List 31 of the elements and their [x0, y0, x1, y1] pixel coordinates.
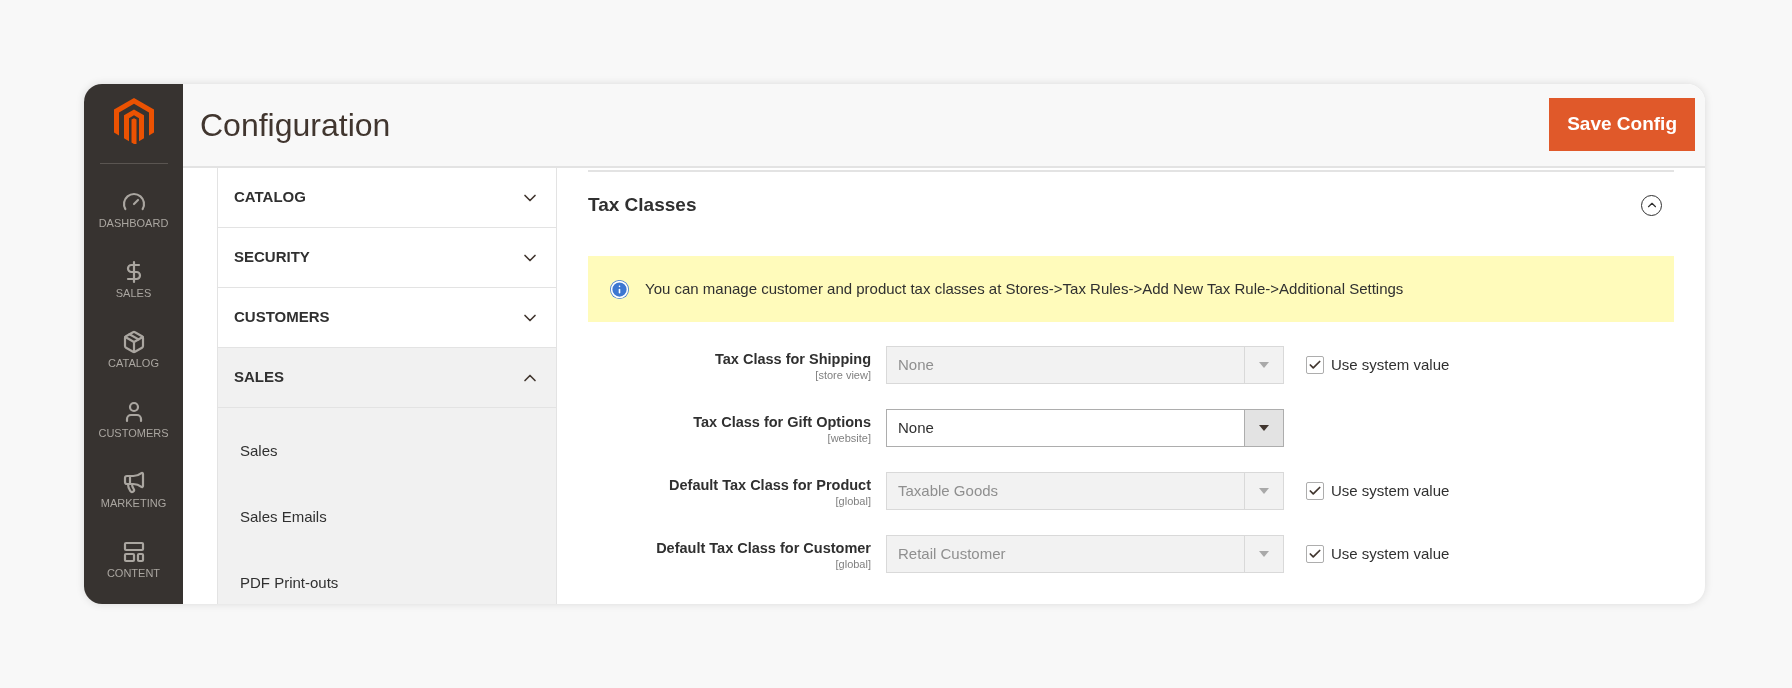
- menu-item[interactable]: CONTENT: [84, 524, 183, 594]
- scope-label: [store view]: [815, 370, 871, 382]
- nav-link[interactable]: Sales: [218, 418, 556, 484]
- menu-item[interactable]: CATALOG: [84, 314, 183, 384]
- nav-link[interactable]: Sales Emails: [218, 484, 556, 550]
- section-title: Tax Classes: [588, 192, 697, 217]
- select-field[interactable]: None: [886, 409, 1284, 447]
- field-label: Tax Class for Shipping: [714, 349, 871, 369]
- scope-label: [global]: [835, 496, 871, 508]
- layout-icon: [121, 539, 146, 564]
- nav-link[interactable]: PDF Print-outs: [218, 550, 556, 604]
- info-icon: [610, 279, 629, 299]
- checkmark-icon: [1308, 547, 1322, 561]
- logo-icon: [113, 98, 154, 144]
- megaphone-icon: [121, 469, 146, 494]
- menu-item[interactable]: CUSTOMERS: [84, 384, 183, 454]
- page-title: Configuration: [200, 106, 391, 145]
- field-label: Default Tax Class for Customer: [656, 538, 871, 558]
- scope-label: [website]: [827, 433, 871, 445]
- nav-section[interactable]: SALES: [218, 348, 556, 408]
- checkmark-icon: [1308, 484, 1322, 498]
- menu-item[interactable]: DASHBOARD: [84, 174, 183, 244]
- box-icon: [121, 329, 146, 354]
- menu-item[interactable]: SALES: [84, 244, 183, 314]
- scope-label: [global]: [835, 559, 871, 571]
- menu-item[interactable]: MARKETING: [84, 454, 183, 524]
- field-label: Tax Class for Gift Options: [693, 412, 871, 432]
- save-config-button[interactable]: Save Config: [1549, 97, 1695, 151]
- field-label: Default Tax Class for Product: [669, 475, 871, 495]
- notice-text: You can manage customer and product tax classes at Stores->Tax Rules->Add New Tax Rule->Additional Settings: [645, 278, 1404, 299]
- checkmark-icon: [1308, 358, 1322, 372]
